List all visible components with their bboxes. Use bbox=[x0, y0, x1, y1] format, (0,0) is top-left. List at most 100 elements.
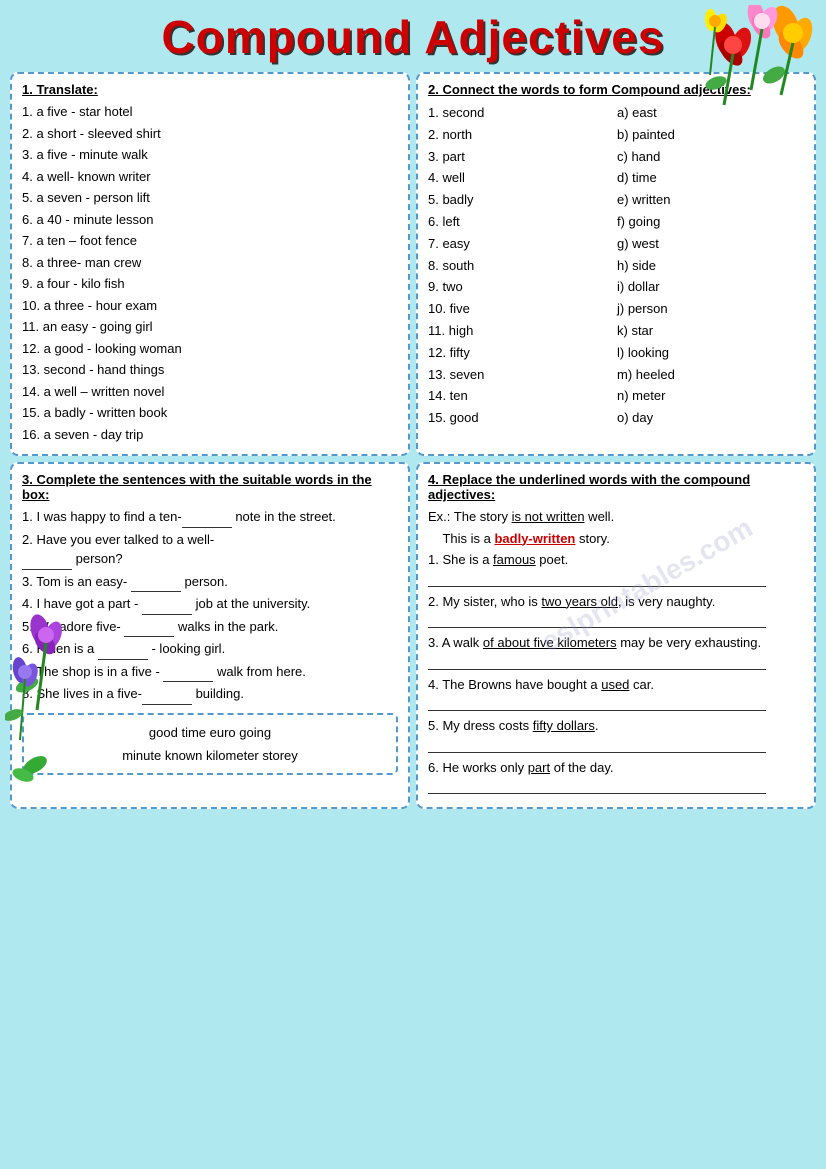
section-1-item-5: 5. a seven - person lift bbox=[22, 188, 398, 208]
connect-right-5: e) written bbox=[617, 190, 804, 211]
connect-right-11: k) star bbox=[617, 321, 804, 342]
connect-left-8: 8. south bbox=[428, 256, 615, 277]
section-3-item-8: 8. She lives in a five- building. bbox=[22, 684, 398, 705]
example-red-word: badly-written bbox=[494, 531, 575, 546]
section-3-item-3: 3. Tom is an easy- person. bbox=[22, 572, 398, 593]
section-1-item-4: 4. a well- known writer bbox=[22, 167, 398, 187]
section-1-item-1: 1. a five - star hotel bbox=[22, 102, 398, 122]
connect-right-6: f) going bbox=[617, 212, 804, 233]
word-box-line-2: minute known kilometer storey bbox=[34, 744, 386, 767]
answer-line-4 bbox=[428, 697, 766, 711]
section-1-item-7: 7. a ten – foot fence bbox=[22, 231, 398, 251]
section-2-box: 2. Connect the words to form Compound ad… bbox=[416, 72, 816, 456]
connect-right-14: n) meter bbox=[617, 386, 804, 407]
section4-underline-4: used bbox=[601, 677, 629, 692]
blank-8 bbox=[142, 684, 192, 705]
connect-right-3: c) hand bbox=[617, 147, 804, 168]
section-1-item-15: 15. a badly - written book bbox=[22, 403, 398, 423]
section-4-box: 4. Replace the underlined words with the… bbox=[416, 462, 816, 809]
section-1-item-10: 10. a three - hour exam bbox=[22, 296, 398, 316]
section-1-item-11: 11. an easy - going girl bbox=[22, 317, 398, 337]
answer-line-2 bbox=[428, 614, 766, 628]
answer-line-6 bbox=[428, 780, 766, 794]
connect-left-1: 1. second bbox=[428, 103, 615, 124]
section-3-title: 3. Complete the sentences with the suita… bbox=[22, 472, 398, 502]
flower-decoration-left bbox=[5, 610, 70, 813]
section-4-item-6: 6. He works only part of the day. bbox=[428, 758, 804, 778]
connect-left-14: 14. ten bbox=[428, 386, 615, 407]
section-3-item-6: 6. Helen is a - looking girl. bbox=[22, 639, 398, 660]
section-3-item-5: 5. We adore five- walks in the park. bbox=[22, 617, 398, 638]
section-4-title: 4. Replace the underlined words with the… bbox=[428, 472, 804, 502]
section-4-item-4: 4. The Browns have bought a used car. bbox=[428, 675, 804, 695]
section-2-left-col: 1. second 2. north 3. part 4. well 5. ba… bbox=[428, 102, 615, 430]
example-underline: is not written bbox=[512, 509, 585, 524]
section-3-item-1: 1. I was happy to find a ten- note in th… bbox=[22, 507, 398, 528]
section4-underline-5: fifty dollars bbox=[533, 718, 595, 733]
connect-right-12: l) looking bbox=[617, 343, 804, 364]
section-3-box: 3. Complete the sentences with the suita… bbox=[10, 462, 410, 809]
connect-left-10: 10. five bbox=[428, 299, 615, 320]
blank-5 bbox=[124, 617, 174, 638]
section-1-item-9: 9. a four - kilo fish bbox=[22, 274, 398, 294]
connect-left-12: 12. fifty bbox=[428, 343, 615, 364]
section-4-item-5: 5. My dress costs fifty dollars. bbox=[428, 716, 804, 736]
blank-1 bbox=[182, 507, 232, 528]
connect-left-11: 11. high bbox=[428, 321, 615, 342]
connect-right-9: i) dollar bbox=[617, 277, 804, 298]
flower-decoration-top-right bbox=[696, 5, 816, 118]
connect-right-15: o) day bbox=[617, 408, 804, 429]
connect-right-10: j) person bbox=[617, 299, 804, 320]
word-box-line-1: good time euro going bbox=[34, 721, 386, 744]
section-1-title: 1. Translate: bbox=[22, 82, 398, 97]
section-4-item-2: 2. My sister, who is two years old, is v… bbox=[428, 592, 804, 612]
connect-left-15: 15. good bbox=[428, 408, 615, 429]
connect-left-3: 3. part bbox=[428, 147, 615, 168]
connect-left-13: 13. seven bbox=[428, 365, 615, 386]
connect-left-6: 6. left bbox=[428, 212, 615, 233]
answer-line-3 bbox=[428, 656, 766, 670]
blank-2 bbox=[22, 549, 72, 570]
connect-right-7: g) west bbox=[617, 234, 804, 255]
section-1-item-2: 2. a short - sleeved shirt bbox=[22, 124, 398, 144]
section-3-item-4: 4. I have got a part - job at the univer… bbox=[22, 594, 398, 615]
section-4-example: Ex.: The story is not written well. bbox=[428, 507, 804, 527]
section-3-item-7: 7. The shop is in a five - walk from her… bbox=[22, 662, 398, 683]
section-4-example-line2: This is a badly-written story. bbox=[428, 529, 804, 549]
connect-right-4: d) time bbox=[617, 168, 804, 189]
connect-left-4: 4. well bbox=[428, 168, 615, 189]
answer-line-5 bbox=[428, 739, 766, 753]
bottom-grid: 3. Complete the sentences with the suita… bbox=[10, 462, 816, 809]
connect-left-5: 5. badly bbox=[428, 190, 615, 211]
blank-4 bbox=[142, 594, 192, 615]
section-1-item-12: 12. a good - looking woman bbox=[22, 339, 398, 359]
blank-7 bbox=[163, 662, 213, 683]
section-4-item-1: 1. She is a famous poet. bbox=[428, 550, 804, 570]
section-1-item-16: 16. a seven - day trip bbox=[22, 425, 398, 445]
connect-right-8: h) side bbox=[617, 256, 804, 277]
connect-left-2: 2. north bbox=[428, 125, 615, 146]
section-4-item-3: 3. A walk of about five kilometers may b… bbox=[428, 633, 804, 653]
section-1-item-13: 13. second - hand things bbox=[22, 360, 398, 380]
word-box: good time euro going minute known kilome… bbox=[22, 713, 398, 776]
section-1-item-3: 3. a five - minute walk bbox=[22, 145, 398, 165]
section-1-item-6: 6. a 40 - minute lesson bbox=[22, 210, 398, 230]
connect-right-2: b) painted bbox=[617, 125, 804, 146]
section4-underline-2: two years old bbox=[541, 594, 618, 609]
section-1-item-14: 14. a well – written novel bbox=[22, 382, 398, 402]
blank-3 bbox=[131, 572, 181, 593]
section-2-grid: 1. second 2. north 3. part 4. well 5. ba… bbox=[428, 102, 804, 430]
section4-underline-1: famous bbox=[493, 552, 536, 567]
section4-underline-3: of about five kilometers bbox=[483, 635, 617, 650]
page-title: Compound Adjectives bbox=[162, 11, 665, 63]
connect-left-7: 7. easy bbox=[428, 234, 615, 255]
answer-line-1 bbox=[428, 573, 766, 587]
section-1-item-8: 8. a three- man crew bbox=[22, 253, 398, 273]
main-content-grid: 1. Translate: 1. a five - star hotel 2. … bbox=[10, 72, 816, 456]
section4-underline-6: part bbox=[528, 760, 550, 775]
section-2-right-col: a) east b) painted c) hand d) time e) wr… bbox=[617, 102, 804, 430]
section-1-box: 1. Translate: 1. a five - star hotel 2. … bbox=[10, 72, 410, 456]
section-3-item-2: 2. Have you ever talked to a well- perso… bbox=[22, 530, 398, 570]
connect-right-13: m) heeled bbox=[617, 365, 804, 386]
blank-6 bbox=[98, 639, 148, 660]
